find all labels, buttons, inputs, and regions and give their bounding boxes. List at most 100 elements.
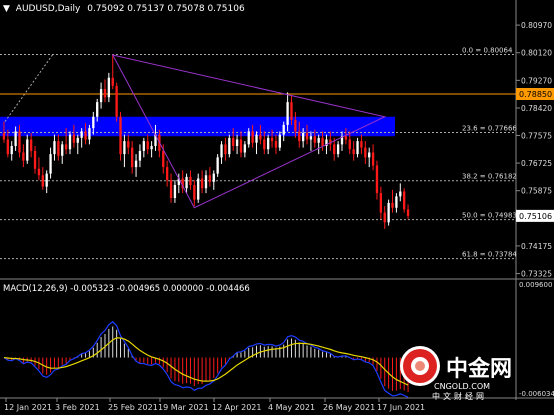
svg-text:0.75106: 0.75106 bbox=[519, 212, 552, 221]
candle-body bbox=[239, 139, 243, 153]
candle-body bbox=[103, 89, 107, 98]
candle-body bbox=[80, 131, 83, 138]
candle-body bbox=[391, 202, 394, 208]
macd-header: MACD(12,26,9) -0.005323 -0.004965 0.0000… bbox=[3, 284, 250, 294]
candle-body bbox=[197, 178, 200, 200]
candle-body bbox=[45, 173, 48, 187]
price-tick-label: 0.77575 bbox=[521, 131, 552, 140]
candle-body bbox=[18, 131, 21, 153]
candle-body bbox=[224, 144, 227, 155]
candle-body bbox=[134, 160, 138, 168]
candle-body bbox=[294, 120, 297, 132]
watermark-tagline: 中文财经网 bbox=[432, 391, 487, 401]
time-tick-label: 3 Feb 2021 bbox=[55, 403, 100, 412]
candle-body bbox=[6, 139, 9, 155]
candle-body bbox=[96, 102, 99, 117]
candle-body bbox=[142, 141, 145, 151]
candle-body bbox=[208, 175, 212, 182]
time-tick-label: 4 May 2021 bbox=[268, 403, 315, 412]
time-tick-label: 12 Apr 2021 bbox=[212, 403, 261, 412]
candle-body bbox=[212, 173, 215, 182]
candle-body bbox=[395, 196, 398, 208]
candle-body bbox=[321, 137, 324, 146]
watermark-brand: 中金网 bbox=[446, 356, 512, 382]
fib-label: 38.2 = 0.76182 bbox=[462, 173, 517, 181]
candle-body bbox=[375, 165, 379, 194]
candle-body bbox=[22, 152, 25, 161]
candle-body bbox=[119, 116, 122, 155]
last-price-tag: 0.75106 bbox=[516, 209, 554, 222]
candle-body bbox=[301, 133, 305, 142]
candle-body bbox=[193, 185, 196, 200]
candle-body bbox=[251, 131, 254, 143]
candle-body bbox=[189, 176, 192, 185]
price-tick-label: 0.75875 bbox=[521, 187, 552, 196]
candle-body bbox=[403, 191, 406, 210]
candle-body bbox=[267, 137, 270, 150]
candle-body bbox=[282, 124, 285, 135]
candle-body bbox=[200, 178, 204, 189]
candle-body bbox=[317, 137, 320, 143]
candle-body bbox=[123, 141, 126, 155]
time-tick-label: 26 May 2021 bbox=[323, 403, 375, 412]
candle-body bbox=[76, 137, 79, 143]
candle-body bbox=[2, 133, 6, 140]
candle-body bbox=[165, 167, 169, 181]
candle-body bbox=[61, 144, 64, 156]
fib-label: 23.6 = 0.77666 bbox=[462, 124, 517, 132]
price-tick-label: 0.80120 bbox=[521, 49, 552, 58]
candle-body bbox=[72, 134, 76, 143]
price-tick-label: 0.78420 bbox=[521, 104, 552, 113]
price-tick-label: 0.74175 bbox=[521, 242, 552, 251]
macd-tick-label: 0.009600 bbox=[519, 281, 552, 289]
candle-body bbox=[387, 202, 390, 223]
candle-body bbox=[88, 128, 91, 140]
candle-body bbox=[41, 175, 44, 187]
price-tick-label: 0.80970 bbox=[521, 21, 552, 30]
candle-body bbox=[348, 139, 351, 150]
time-tick-label: 12 Jan 2021 bbox=[4, 403, 52, 412]
price-tick-label: 0.73325 bbox=[521, 270, 552, 279]
candle-body bbox=[204, 175, 208, 189]
macd-panel[interactable] bbox=[0, 280, 516, 398]
candle-body bbox=[247, 131, 250, 145]
candle-body bbox=[49, 154, 52, 174]
candle-body bbox=[37, 168, 41, 176]
candle-body bbox=[115, 85, 118, 117]
candle-body bbox=[399, 191, 402, 197]
chart-window[interactable]: 0.0 = 0.80064 23.6 = 0.77666 38.2 = 0.7618… bbox=[0, 0, 554, 415]
watermark-site: CNGOLD.COM bbox=[434, 382, 490, 391]
candle-body bbox=[270, 137, 274, 142]
candle-body bbox=[356, 141, 359, 155]
candle-body bbox=[173, 185, 177, 198]
candle-body bbox=[10, 146, 13, 155]
blue-zone bbox=[0, 116, 395, 137]
candle-body bbox=[92, 116, 95, 129]
price-tick-label: 0.76725 bbox=[521, 159, 552, 168]
candle-body bbox=[406, 209, 410, 216]
symbol-label: AUDUSD,Daily bbox=[16, 4, 81, 14]
candle-body bbox=[263, 139, 266, 150]
candle-body bbox=[14, 131, 17, 146]
price-tick-label: 0.79270 bbox=[521, 76, 552, 85]
candle-body bbox=[57, 141, 60, 156]
candle-body bbox=[99, 89, 103, 103]
candle-body bbox=[309, 136, 313, 140]
fib-label: 61.8 = 0.73784 bbox=[462, 251, 517, 259]
candle-body bbox=[336, 144, 340, 155]
candle-body bbox=[107, 77, 111, 98]
time-tick-label: 17 Jun 2021 bbox=[377, 403, 425, 412]
candle-body bbox=[146, 141, 149, 150]
candle-body bbox=[26, 139, 29, 161]
candle-body bbox=[344, 136, 348, 140]
candle-body bbox=[29, 139, 33, 151]
candle-body bbox=[371, 152, 375, 166]
fib-label: 0.0 = 0.80064 bbox=[462, 47, 513, 55]
candle-body bbox=[216, 157, 219, 174]
candle-body bbox=[255, 134, 258, 143]
candle-body bbox=[305, 133, 309, 140]
candle-body bbox=[220, 144, 223, 158]
candle-body bbox=[127, 141, 130, 148]
candle-body bbox=[290, 102, 293, 120]
svg-text:0.78850: 0.78850 bbox=[519, 90, 552, 99]
